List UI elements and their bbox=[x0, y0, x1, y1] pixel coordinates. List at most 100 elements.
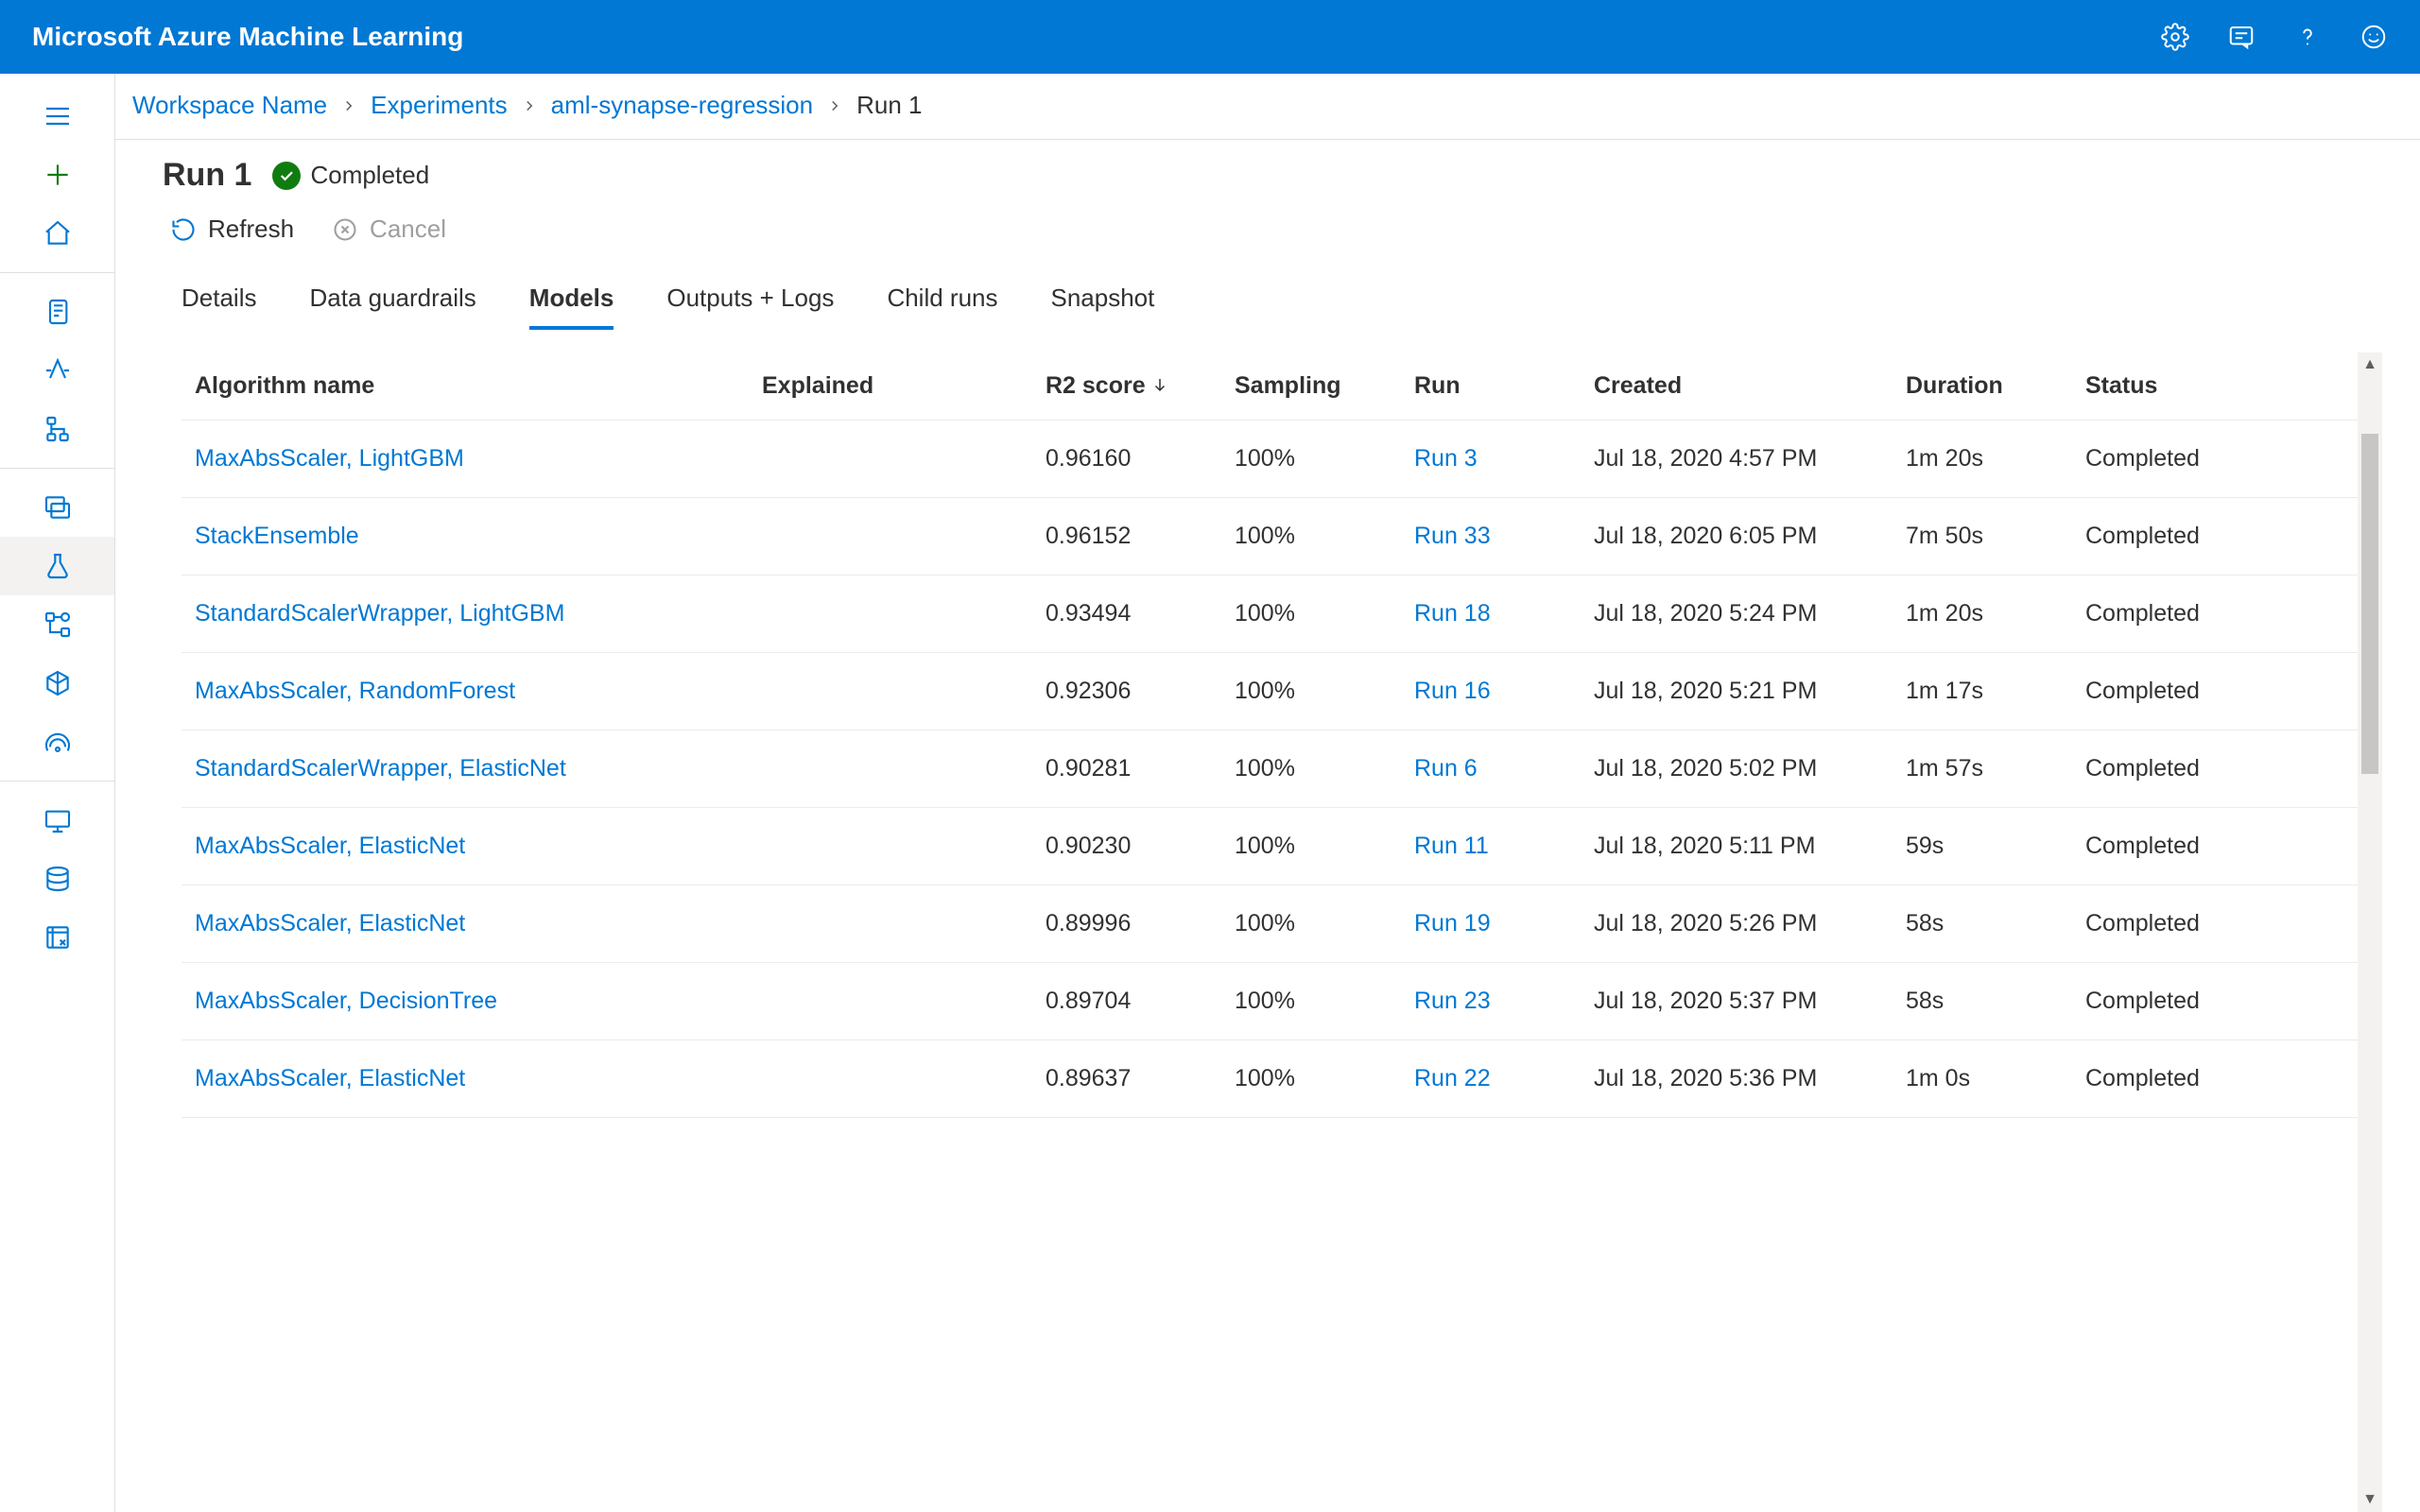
run-link[interactable]: Run 22 bbox=[1414, 1065, 1491, 1091]
col-created[interactable]: Created bbox=[1594, 372, 1906, 400]
cell-status: Completed bbox=[2085, 445, 2344, 472]
cell-duration: 58s bbox=[1906, 988, 2085, 1015]
cell-r2: 0.90281 bbox=[1046, 755, 1235, 782]
algorithm-link[interactable]: MaxAbsScaler, ElasticNet bbox=[195, 833, 465, 859]
tab-details[interactable]: Details bbox=[182, 284, 256, 330]
cell-duration: 7m 50s bbox=[1906, 523, 2085, 550]
cell-duration: 1m 20s bbox=[1906, 600, 2085, 627]
cell-created: Jul 18, 2020 5:26 PM bbox=[1594, 910, 1906, 937]
table-row: MaxAbsScaler, RandomForest0.92306100%Run… bbox=[182, 653, 2358, 730]
tab-bar: Details Data guardrails Models Outputs +… bbox=[115, 251, 2420, 330]
cell-status: Completed bbox=[2085, 523, 2344, 550]
algorithm-link[interactable]: StackEnsemble bbox=[195, 523, 359, 549]
col-run[interactable]: Run bbox=[1414, 372, 1594, 400]
feedback-icon[interactable] bbox=[2227, 23, 2256, 51]
col-algorithm[interactable]: Algorithm name bbox=[195, 372, 762, 400]
tab-outputs-logs[interactable]: Outputs + Logs bbox=[666, 284, 834, 330]
experiments-icon[interactable] bbox=[0, 537, 114, 595]
algorithm-link[interactable]: MaxAbsScaler, ElasticNet bbox=[195, 910, 465, 936]
models-icon[interactable] bbox=[0, 654, 114, 713]
arrow-down-icon bbox=[1151, 372, 1168, 400]
datasets-icon[interactable] bbox=[0, 478, 114, 537]
scrollbar-thumb[interactable] bbox=[2361, 434, 2378, 774]
run-link[interactable]: Run 3 bbox=[1414, 445, 1478, 472]
run-link[interactable]: Run 16 bbox=[1414, 678, 1491, 704]
help-icon[interactable] bbox=[2293, 23, 2322, 51]
cell-sampling: 100% bbox=[1235, 833, 1414, 860]
chevron-right-icon bbox=[826, 97, 843, 114]
cell-status: Completed bbox=[2085, 988, 2344, 1015]
algorithm-link[interactable]: MaxAbsScaler, DecisionTree bbox=[195, 988, 497, 1014]
algorithm-link[interactable]: MaxAbsScaler, ElasticNet bbox=[195, 1065, 465, 1091]
cell-r2: 0.89704 bbox=[1046, 988, 1235, 1015]
table-row: MaxAbsScaler, ElasticNet0.90230100%Run 1… bbox=[182, 808, 2358, 885]
page-title: Run 1 bbox=[163, 157, 251, 194]
algorithm-link[interactable]: MaxAbsScaler, RandomForest bbox=[195, 678, 515, 704]
data-labeling-icon[interactable] bbox=[0, 908, 114, 967]
cell-r2: 0.96152 bbox=[1046, 523, 1235, 550]
algorithm-link[interactable]: StandardScalerWrapper, LightGBM bbox=[195, 600, 564, 627]
cell-sampling: 100% bbox=[1235, 988, 1414, 1015]
datastores-icon[interactable] bbox=[0, 850, 114, 908]
models-table: Algorithm name Explained R2 score Sampli… bbox=[182, 352, 2382, 1512]
vertical-scrollbar[interactable]: ▲ ▼ bbox=[2358, 352, 2382, 1512]
run-link[interactable]: Run 6 bbox=[1414, 755, 1478, 782]
scroll-up-arrow-icon[interactable]: ▲ bbox=[2358, 352, 2382, 377]
cell-status: Completed bbox=[2085, 833, 2344, 860]
notebooks-icon[interactable] bbox=[0, 283, 114, 341]
refresh-button[interactable]: Refresh bbox=[170, 215, 294, 244]
cell-status: Completed bbox=[2085, 1065, 2344, 1092]
designer-icon[interactable] bbox=[0, 400, 114, 458]
run-link[interactable]: Run 19 bbox=[1414, 910, 1491, 936]
table-row: StandardScalerWrapper, LightGBM0.9349410… bbox=[182, 576, 2358, 653]
chevron-right-icon bbox=[340, 97, 357, 114]
smiley-icon[interactable] bbox=[2360, 23, 2388, 51]
col-sampling[interactable]: Sampling bbox=[1235, 372, 1414, 400]
cancel-label: Cancel bbox=[370, 215, 446, 244]
col-explained[interactable]: Explained bbox=[762, 372, 1046, 400]
left-nav-rail bbox=[0, 74, 115, 1512]
run-link[interactable]: Run 23 bbox=[1414, 988, 1491, 1014]
automl-icon[interactable] bbox=[0, 341, 114, 400]
endpoints-icon[interactable] bbox=[0, 713, 114, 771]
algorithm-link[interactable]: MaxAbsScaler, LightGBM bbox=[195, 445, 464, 472]
cell-created: Jul 18, 2020 5:24 PM bbox=[1594, 600, 1906, 627]
col-duration[interactable]: Duration bbox=[1906, 372, 2085, 400]
tab-child-runs[interactable]: Child runs bbox=[887, 284, 997, 330]
table-row: MaxAbsScaler, LightGBM0.96160100%Run 3Ju… bbox=[182, 421, 2358, 498]
breadcrumb-workspace[interactable]: Workspace Name bbox=[132, 91, 327, 120]
breadcrumb-current: Run 1 bbox=[856, 91, 922, 120]
status-label: Completed bbox=[310, 161, 429, 190]
scroll-down-arrow-icon[interactable]: ▼ bbox=[2358, 1487, 2382, 1512]
compute-icon[interactable] bbox=[0, 791, 114, 850]
table-body: MaxAbsScaler, LightGBM 0.96160 100% Run 3 Ju… bbox=[182, 421, 2358, 1512]
cell-created: Jul 18, 2020 6:05 PM bbox=[1594, 523, 1906, 550]
breadcrumb: Workspace Name Experiments aml-synapse-r… bbox=[115, 74, 2420, 140]
pipelines-icon[interactable] bbox=[0, 595, 114, 654]
tab-data-guardrails[interactable]: Data guardrails bbox=[309, 284, 475, 330]
cell-r2: 0.93494 bbox=[1046, 600, 1235, 627]
tab-snapshot[interactable]: Snapshot bbox=[1051, 284, 1155, 330]
col-r2-score[interactable]: R2 score bbox=[1046, 372, 1235, 400]
command-bar: Refresh Cancel bbox=[163, 215, 2373, 244]
chevron-right-icon bbox=[521, 97, 538, 114]
cell-r2: 0.96160 bbox=[1046, 445, 1235, 472]
top-bar: Microsoft Azure Machine Learning bbox=[0, 0, 2420, 74]
col-status[interactable]: Status bbox=[2085, 372, 2369, 400]
cell-sampling: 100% bbox=[1235, 1065, 1414, 1092]
cell-status: Completed bbox=[2085, 755, 2344, 782]
check-circle-icon bbox=[272, 162, 301, 190]
menu-toggle-icon[interactable] bbox=[0, 87, 114, 146]
breadcrumb-experiments[interactable]: Experiments bbox=[371, 91, 508, 120]
home-icon[interactable] bbox=[0, 204, 114, 263]
run-link[interactable]: Run 11 bbox=[1414, 833, 1489, 859]
main-content: Workspace Name Experiments aml-synapse-r… bbox=[115, 74, 2420, 1512]
run-link[interactable]: Run 18 bbox=[1414, 600, 1491, 627]
algorithm-link[interactable]: StandardScalerWrapper, ElasticNet bbox=[195, 755, 566, 782]
new-icon[interactable] bbox=[0, 146, 114, 204]
breadcrumb-experiment-name[interactable]: aml-synapse-regression bbox=[551, 91, 813, 120]
gear-icon[interactable] bbox=[2161, 23, 2189, 51]
run-link[interactable]: Run 33 bbox=[1414, 523, 1491, 549]
cell-r2: 0.92306 bbox=[1046, 678, 1235, 705]
tab-models[interactable]: Models bbox=[529, 284, 614, 330]
